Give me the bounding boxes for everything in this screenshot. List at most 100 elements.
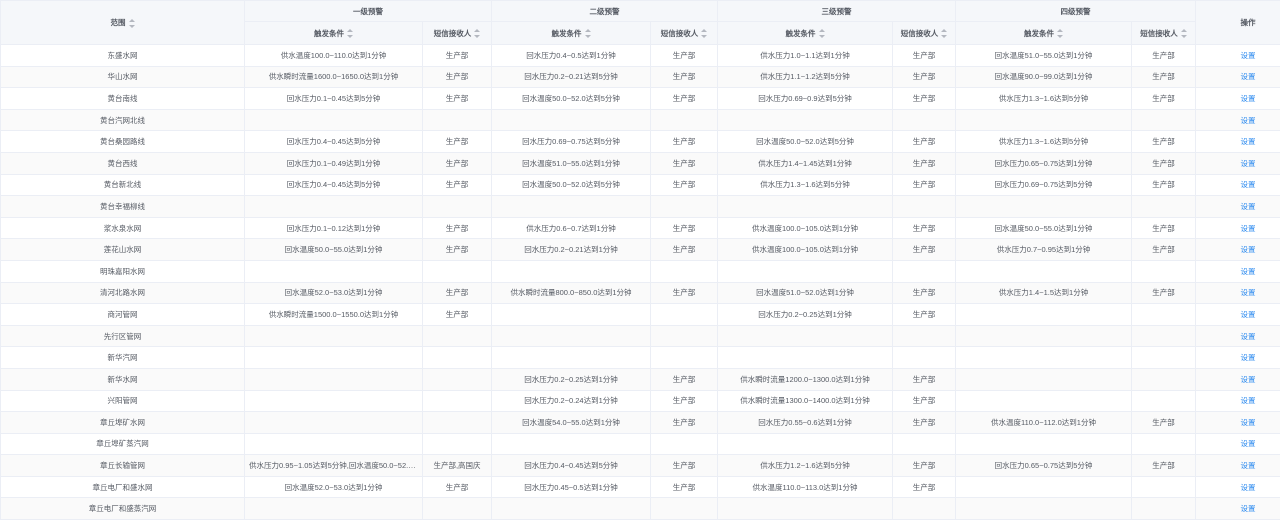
level-1-receiver-cell: 生产部 <box>422 44 492 67</box>
settings-link[interactable]: 设置 <box>1241 159 1256 168</box>
sort-icon[interactable] <box>941 29 948 39</box>
sort-icon[interactable] <box>474 29 481 39</box>
range-cell: 章丘长输管网 <box>0 454 245 477</box>
settings-link[interactable]: 设置 <box>1241 180 1256 189</box>
range-cell: 章丘电厂和盛蒸汽网 <box>0 497 245 521</box>
table-row: 黄台西线 回水压力0.1~0.49达到1分钟 生产部 回水温度51.0~55.0达到1… <box>0 151 1280 175</box>
settings-link[interactable]: 设置 <box>1241 137 1256 146</box>
settings-link[interactable]: 设置 <box>1241 353 1256 362</box>
column-header-condition[interactable]: 触发条件 <box>491 21 651 45</box>
column-header-range[interactable]: 范围 <box>0 0 245 45</box>
column-header-receiver[interactable]: 短信接收人 <box>422 21 492 45</box>
settings-cell: 设置 <box>1195 303 1280 326</box>
settings-link[interactable]: 设置 <box>1241 94 1256 103</box>
level-2-condition-cell: 供水压力0.6~0.7达到1分钟 <box>491 216 651 240</box>
level-1-receiver-cell: 生产部 <box>422 216 492 240</box>
level-3-condition-cell <box>717 108 893 132</box>
settings-link[interactable]: 设置 <box>1241 116 1256 125</box>
column-header-condition[interactable]: 触发条件 <box>717 21 893 45</box>
level-1-condition-cell <box>244 195 423 218</box>
level-4-condition-cell: 回水压力0.65~0.75达到1分钟 <box>955 151 1132 175</box>
level-4-receiver-cell: 生产部 <box>1131 411 1196 434</box>
sort-icon[interactable] <box>701 29 708 39</box>
settings-link[interactable]: 设置 <box>1241 483 1256 492</box>
level-3-condition-cell: 回水温度50.0~52.0达到5分钟 <box>717 130 893 153</box>
level-3-condition-cell: 回水压力0.55~0.6达到1分钟 <box>717 411 893 434</box>
settings-link[interactable]: 设置 <box>1241 439 1256 448</box>
sort-icon[interactable] <box>818 29 825 39</box>
level-4-condition-cell: 供水压力1.3~1.6达到5分钟 <box>955 130 1132 153</box>
level-1-receiver-cell: 生产部 <box>422 173 492 197</box>
column-header-receiver[interactable]: 短信接收人 <box>650 21 718 45</box>
level-4-receiver-cell <box>1131 432 1196 456</box>
level-3-receiver-cell <box>892 108 956 132</box>
settings-link[interactable]: 设置 <box>1241 418 1256 427</box>
column-header-condition[interactable]: 触发条件 <box>244 21 423 45</box>
settings-link[interactable]: 设置 <box>1241 504 1256 513</box>
settings-link[interactable]: 设置 <box>1241 375 1256 384</box>
settings-link[interactable]: 设置 <box>1241 202 1256 211</box>
range-cell: 浆水泉水网 <box>0 216 245 240</box>
level-3-header: 三级预警 <box>717 0 956 22</box>
settings-cell: 设置 <box>1195 130 1280 153</box>
settings-link[interactable]: 设置 <box>1241 310 1256 319</box>
level-2-receiver-cell <box>650 324 718 348</box>
settings-cell: 设置 <box>1195 497 1280 521</box>
level-2-condition-cell: 回水压力0.4~0.5达到1分钟 <box>491 44 651 67</box>
level-1-receiver-cell: 生产部 <box>422 238 492 261</box>
settings-link[interactable]: 设置 <box>1241 224 1256 233</box>
settings-link[interactable]: 设置 <box>1241 51 1256 60</box>
sort-icon[interactable] <box>584 29 591 39</box>
level-4-condition-cell: 供水压力1.3~1.6达到5分钟 <box>955 87 1132 110</box>
level-2-receiver-cell <box>650 303 718 326</box>
settings-link[interactable]: 设置 <box>1241 72 1256 81</box>
range-cell: 黄台西线 <box>0 151 245 175</box>
sort-icon[interactable] <box>347 29 353 39</box>
sort-icon[interactable] <box>1057 29 1063 39</box>
settings-link[interactable]: 设置 <box>1241 245 1256 254</box>
settings-cell: 设置 <box>1195 389 1280 413</box>
settings-link[interactable]: 设置 <box>1241 288 1256 297</box>
level-2-condition-cell: 回水压力0.45~0.5达到1分钟 <box>491 475 651 499</box>
level-3-receiver-cell <box>892 195 956 218</box>
level-2-condition-cell: 回水压力0.2~0.25达到1分钟 <box>491 367 651 391</box>
settings-link[interactable]: 设置 <box>1241 332 1256 341</box>
sort-icon[interactable] <box>1180 29 1187 39</box>
level-2-condition-cell <box>491 324 651 348</box>
level-2-receiver-cell: 生产部 <box>650 65 718 89</box>
column-header-receiver[interactable]: 短信接收人 <box>1131 21 1196 45</box>
settings-link[interactable]: 设置 <box>1241 396 1256 405</box>
level-4-receiver-cell <box>1131 497 1196 521</box>
level-2-condition-cell: 回水温度54.0~55.0达到1分钟 <box>491 411 651 434</box>
level-1-receiver-cell: 生产部 <box>422 65 492 89</box>
level-2-condition-cell: 回水压力0.2~0.21达到5分钟 <box>491 65 651 89</box>
level-1-receiver-cell <box>422 389 492 413</box>
column-header-receiver[interactable]: 短信接收人 <box>892 21 956 45</box>
level-1-receiver-cell: 生产部 <box>422 475 492 499</box>
level-1-condition-cell: 供水温度100.0~110.0达到1分钟 <box>244 44 423 67</box>
range-cell: 华山水网 <box>0 65 245 89</box>
settings-cell: 设置 <box>1195 346 1280 369</box>
level-3-condition-cell: 供水压力1.3~1.6达到5分钟 <box>717 173 893 197</box>
sort-icon[interactable] <box>128 18 135 28</box>
level-4-condition-cell <box>955 389 1132 413</box>
level-4-condition-cell: 回水压力0.65~0.75达到5分钟 <box>955 454 1132 477</box>
level-1-condition-cell <box>244 367 423 391</box>
level-1-receiver-cell: 生产部 <box>422 151 492 175</box>
level-1-receiver-cell <box>422 108 492 132</box>
settings-link[interactable]: 设置 <box>1241 461 1256 470</box>
column-header-condition[interactable]: 触发条件 <box>955 21 1132 45</box>
settings-cell: 设置 <box>1195 151 1280 175</box>
level-3-condition-cell <box>717 259 893 283</box>
level-2-receiver-cell: 生产部 <box>650 281 718 305</box>
settings-cell: 设置 <box>1195 475 1280 499</box>
level-2-header: 二级预警 <box>491 0 718 22</box>
level-3-condition-cell: 供水压力1.1~1.2达到5分钟 <box>717 65 893 89</box>
level-4-receiver-cell: 生产部 <box>1131 65 1196 89</box>
level-4-receiver-cell <box>1131 346 1196 369</box>
settings-link[interactable]: 设置 <box>1241 267 1256 276</box>
range-cell: 黄台汽网北线 <box>0 108 245 132</box>
table-row: 莲花山水网 回水温度50.0~55.0达到1分钟 生产部 回水压力0.2~0.21达到… <box>0 238 1280 261</box>
level-4-receiver-cell: 生产部 <box>1131 44 1196 67</box>
level-1-condition-cell: 供水瞬时流量1500.0~1550.0达到1分钟 <box>244 303 423 326</box>
